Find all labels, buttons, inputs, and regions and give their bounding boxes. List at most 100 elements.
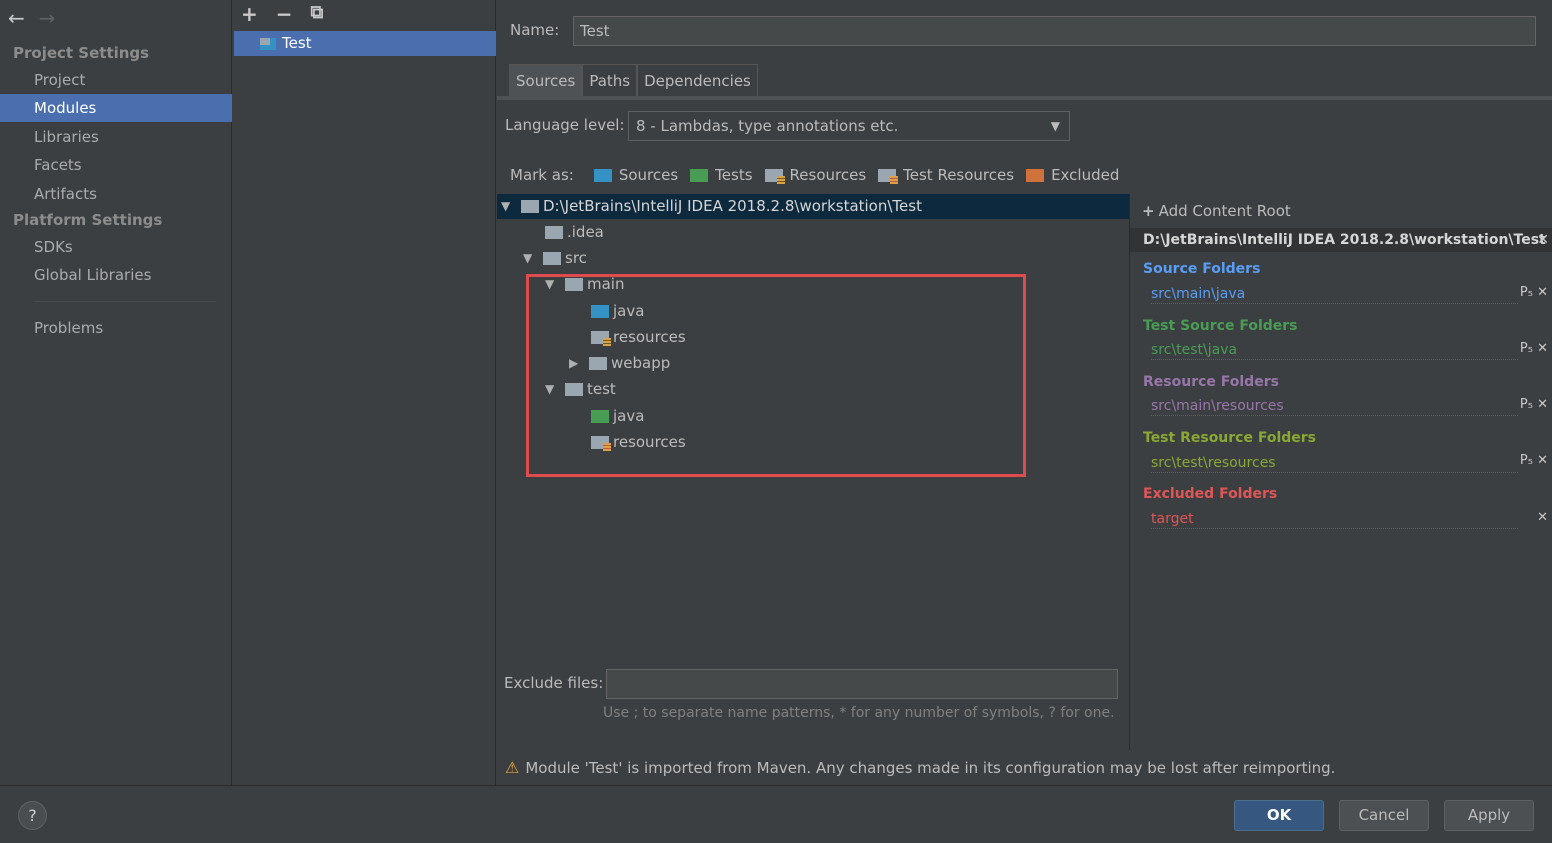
expanded-arrow-icon[interactable]: ▼ [523,246,543,271]
excluded-folder-path: target [1151,510,1518,529]
project-settings-header: Project Settings [13,44,150,62]
sources-folder-icon [593,168,612,182]
module-detail-panel: Name: Test Sources Paths Dependencies La… [497,0,1552,785]
highlight-box [526,274,1026,477]
remove-icon[interactable]: − [276,2,293,26]
platform-settings-header: Platform Settings [13,211,163,229]
mark-test-resources-button[interactable]: Test Resources [878,166,1014,184]
mark-tests-button[interactable]: Tests [690,166,753,184]
module-tabs: Sources Paths Dependencies [509,64,758,96]
test-source-folders-header: Test Source Folders [1143,318,1298,334]
dialog-button-bar: ? OK Cancel Apply [0,785,1552,843]
forward-arrow-icon[interactable]: → [39,6,56,30]
mark-as-label: Mark as: [510,166,574,184]
module-folder-icon [260,37,276,50]
tab-sources[interactable]: Sources [509,64,583,96]
add-icon[interactable]: + [241,2,258,26]
settings-sidebar: ← → Project Settings Project Modules Lib… [0,0,232,785]
maven-warning: ⚠ Module 'Test' is imported from Maven. … [505,758,1335,777]
exclude-files-label: Exclude files: [504,674,604,692]
test-resources-folder-icon [878,168,899,184]
remove-folder-icon[interactable]: ✕ [1537,285,1548,300]
cancel-button[interactable]: Cancel [1339,800,1429,831]
content-root-path: D:\JetBrains\IntelliJ IDEA 2018.2.8\work… [1143,232,1546,248]
resource-folder-path: src\main\resources [1151,397,1518,416]
expanded-arrow-icon[interactable]: ▼ [501,194,521,219]
mark-resources-button[interactable]: Resources [764,166,867,184]
sidebar-item-sdks[interactable]: SDKs [0,233,232,261]
folder-icon [543,252,561,265]
mark-excluded-button[interactable]: Excluded [1026,166,1119,184]
sidebar-item-facets[interactable]: Facets [0,151,232,179]
module-toolbar: + − ⧉ [241,2,323,26]
mark-resources-label: Resources [789,166,867,184]
close-icon[interactable]: ✕ [1537,228,1549,252]
warning-icon: ⚠ [505,758,520,777]
add-content-root-button[interactable]: + Add Content Root [1142,202,1291,220]
content-root-header: D:\JetBrains\IntelliJ IDEA 2018.2.8\work… [1130,228,1552,252]
tree-node-src[interactable]: ▼ src [523,246,587,271]
source-folders-header: Source Folders [1143,261,1261,277]
folder-row-actions: P₅ ✕ [1520,285,1548,300]
mark-excluded-label: Excluded [1051,166,1120,184]
sidebar-item-problems[interactable]: Problems [0,314,232,342]
mark-sources-label: Sources [618,166,679,184]
properties-icon[interactable]: P₅ [1520,341,1533,356]
tree-node-label: .idea [567,223,604,241]
source-folder-path: src\main\java [1151,285,1518,304]
sidebar-item-libraries[interactable]: Libraries [0,123,232,151]
name-field[interactable]: Test [573,16,1536,46]
language-level-select[interactable]: 8 - Lambdas, type annotations etc. ▼ [628,111,1070,141]
tab-dependencies[interactable]: Dependencies [637,64,758,96]
copy-icon[interactable]: ⧉ [311,2,324,26]
sidebar-item-artifacts[interactable]: Artifacts [0,180,232,208]
ok-button[interactable]: OK [1234,800,1324,831]
module-item-label: Test [282,34,312,52]
folder-row-actions: ✕ [1537,510,1548,525]
remove-folder-icon[interactable]: ✕ [1537,397,1548,412]
chevron-down-icon: ▼ [1050,119,1060,133]
test-resource-folders-header: Test Resource Folders [1143,430,1317,446]
sidebar-item-project[interactable]: Project [0,66,232,94]
language-level-value: 8 - Lambdas, type annotations etc. [636,117,899,135]
tree-node-label: src [565,249,587,267]
tests-folder-icon [690,168,709,182]
folder-icon [545,226,563,239]
exclude-files-hint: Use ; to separate name patterns, * for a… [603,705,1115,721]
nav-arrows: ← → [8,6,56,30]
remove-folder-icon[interactable]: ✕ [1537,341,1548,356]
tree-root-row[interactable]: ▼ D:\JetBrains\IntelliJ IDEA 2018.2.8\wo… [497,194,1129,219]
sidebar-item-global-libraries[interactable]: Global Libraries [0,261,232,289]
folder-icon [521,200,539,213]
test-source-folder-path: src\test\java [1151,341,1518,360]
properties-icon[interactable]: P₅ [1520,453,1533,468]
properties-icon[interactable]: P₅ [1520,285,1533,300]
sidebar-item-modules[interactable]: Modules [0,94,232,122]
module-list-panel: + − ⧉ Test [233,0,496,785]
resources-folder-icon [764,168,785,184]
content-root-panel: + Add Content Root D:\JetBrains\IntelliJ … [1129,194,1552,750]
help-button[interactable]: ? [18,801,47,830]
remove-folder-icon[interactable]: ✕ [1537,510,1548,525]
mark-test-resources-label: Test Resources [903,166,1015,184]
test-resource-folder-path: src\test\resources [1151,454,1518,473]
sidebar-divider [34,301,216,302]
maven-warning-text: Module 'Test' is imported from Maven. An… [525,758,1336,777]
module-item-test[interactable]: Test [234,31,496,56]
remove-folder-icon[interactable]: ✕ [1537,453,1548,468]
add-content-root-label: Add Content Root [1158,202,1291,220]
language-level-label: Language level: [505,116,625,134]
back-arrow-icon[interactable]: ← [8,6,25,30]
mark-sources-button[interactable]: Sources [593,166,679,184]
tree-node-idea[interactable]: .idea [545,220,604,245]
mark-as-bar: Mark as: Sources Tests Resources Test Re… [510,166,1119,184]
tree-root-label: D:\JetBrains\IntelliJ IDEA 2018.2.8\work… [543,197,922,215]
apply-button[interactable]: Apply [1444,800,1534,831]
folder-row-actions: P₅ ✕ [1520,453,1548,468]
source-tree: ▼ D:\JetBrains\IntelliJ IDEA 2018.2.8\wo… [497,194,1129,664]
resource-folders-header: Resource Folders [1143,374,1279,390]
tab-paths[interactable]: Paths [582,64,638,96]
properties-icon[interactable]: P₅ [1520,397,1533,412]
folder-row-actions: P₅ ✕ [1520,397,1548,412]
exclude-files-input[interactable] [606,669,1118,699]
